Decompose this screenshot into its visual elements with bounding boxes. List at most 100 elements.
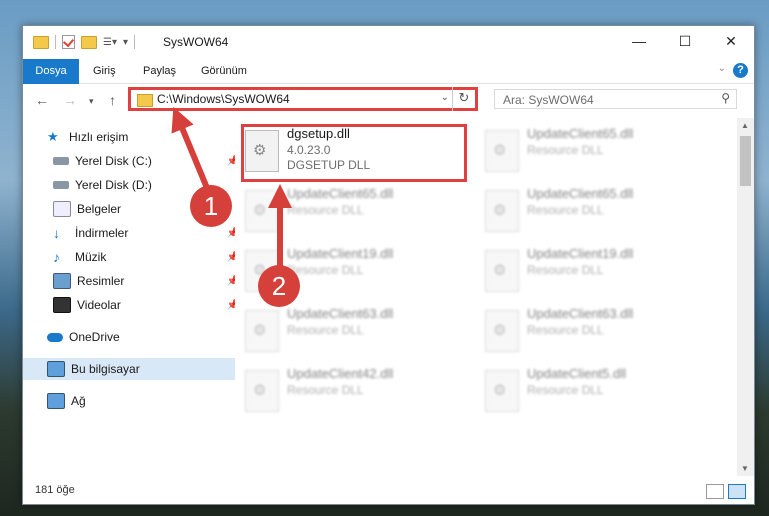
sidebar-item-label: Yerel Disk (D:) — [75, 178, 152, 192]
refresh-icon[interactable]: ↻ — [452, 87, 475, 111]
file-item[interactable]: UpdateClient63.dll Resource DLL — [241, 304, 463, 360]
sidebar-item-label: Bu bilgisayar — [71, 362, 140, 376]
up-arrow-icon[interactable]: ↑ — [109, 92, 116, 108]
file-name: UpdateClient65.dll — [527, 126, 634, 141]
sidebar-item-this-pc[interactable]: Bu bilgisayar — [23, 358, 239, 380]
film-icon — [53, 297, 71, 313]
file-item[interactable]: UpdateClient42.dll Resource DLL — [241, 364, 463, 420]
drive-icon — [53, 181, 69, 189]
sidebar-item-onedrive[interactable]: OneDrive — [23, 326, 239, 348]
tiles-view-icon[interactable] — [728, 484, 746, 499]
file-item[interactable]: UpdateClient65.dll Resource DLL — [241, 184, 463, 240]
help-icon[interactable]: ? — [733, 63, 748, 78]
window-controls: — ☐ ✕ — [616, 26, 754, 56]
file-name: UpdateClient19.dll — [287, 246, 394, 261]
download-arrow-icon: ↓ — [53, 225, 60, 241]
star-icon: ★ — [47, 129, 59, 144]
file-description: Resource DLL — [287, 323, 364, 337]
file-name: UpdateClient19.dll — [527, 246, 634, 261]
sidebar-item-label: Hızlı erişim — [69, 130, 129, 144]
title-bar: ☰▾ ▾ SysWOW64 — ☐ ✕ — [23, 26, 754, 59]
file-description: Resource DLL — [527, 383, 604, 397]
file-name: UpdateClient63.dll — [527, 306, 634, 321]
dll-file-icon — [245, 310, 279, 352]
sidebar-item-label: Resimler — [77, 274, 125, 288]
music-note-icon: ♪ — [53, 249, 60, 265]
properties-check-icon[interactable] — [62, 35, 75, 49]
recent-locations-icon[interactable]: ▾ — [89, 96, 94, 107]
file-item[interactable]: UpdateClient19.dll Resource DLL — [481, 244, 703, 300]
minimize-button[interactable]: — — [616, 26, 662, 56]
navigation-bar: ← → ▾ ↑ C:\Windows\SysWOW64 ⌄ ↻ Ara: Sys… — [23, 84, 754, 116]
file-description: Resource DLL — [527, 143, 604, 157]
close-button[interactable]: ✕ — [708, 26, 754, 56]
search-icon[interactable]: ⚲ — [721, 91, 730, 105]
folder-icon — [137, 94, 153, 107]
sidebar-item-label: Videolar — [77, 298, 121, 312]
sidebar-item-quick-access[interactable]: ★ Hızlı erişim — [23, 126, 239, 148]
file-name: UpdateClient63.dll — [287, 306, 394, 321]
file-highlight-box — [241, 124, 467, 182]
file-item[interactable]: UpdateClient65.dll Resource DLL — [481, 124, 703, 180]
quick-access-toolbar: ☰▾ ▾ — [33, 35, 136, 49]
status-bar: 181 öğe — [23, 478, 754, 504]
file-description: Resource DLL — [287, 203, 364, 217]
step-1-badge: 1 — [190, 185, 232, 227]
ribbon-tabs: Dosya Giriş Paylaş Görünüm ⌄ ? — [23, 59, 754, 115]
sidebar-item-label: Ağ — [71, 394, 86, 408]
dll-file-icon — [485, 130, 519, 172]
network-icon — [47, 393, 65, 409]
file-name: UpdateClient5.dll — [527, 366, 627, 381]
maximize-button[interactable]: ☐ — [662, 26, 708, 56]
drive-icon — [53, 157, 69, 165]
vertical-scrollbar[interactable]: ▲ ▼ — [737, 118, 754, 476]
scroll-up-icon[interactable]: ▲ — [741, 121, 749, 130]
item-count: 181 öğe — [35, 484, 75, 496]
customize-toolbar-icon[interactable]: ☰▾ — [103, 37, 117, 48]
address-path[interactable]: C:\Windows\SysWOW64 — [157, 92, 290, 106]
scrollbar-thumb[interactable] — [740, 136, 751, 186]
file-description: Resource DLL — [287, 383, 364, 397]
sidebar-item-label: Belgeler — [77, 202, 122, 216]
scroll-down-icon[interactable]: ▼ — [741, 464, 749, 473]
back-arrow-icon[interactable]: ← — [35, 92, 49, 108]
expand-ribbon-icon[interactable]: ⌄ — [718, 63, 726, 74]
cloud-icon — [47, 332, 63, 342]
separator — [134, 35, 136, 49]
tab-view[interactable]: Görünüm — [189, 59, 259, 83]
sidebar-item-music[interactable]: ♪ Müzik 📌 — [23, 246, 245, 268]
forward-arrow-icon[interactable]: → — [63, 92, 77, 108]
chevron-down-icon[interactable]: ▾ — [123, 37, 128, 48]
file-item[interactable]: UpdateClient63.dll Resource DLL — [481, 304, 703, 360]
computer-icon — [47, 361, 65, 377]
sidebar-item-pictures[interactable]: Resimler 📌 — [23, 270, 245, 292]
window-title: SysWOW64 — [163, 35, 229, 49]
details-view-icon[interactable] — [706, 484, 724, 499]
dll-file-icon — [485, 370, 519, 412]
documents-icon — [53, 201, 71, 217]
search-box[interactable]: Ara: SysWOW64 ⚲ — [494, 89, 737, 109]
dll-file-icon — [245, 190, 279, 232]
dll-file-icon — [485, 310, 519, 352]
separator — [55, 35, 56, 49]
dll-file-icon — [485, 190, 519, 232]
sidebar-item-network[interactable]: Ağ — [23, 390, 239, 412]
sidebar-item-disk-c[interactable]: Yerel Disk (C:) 📌 — [23, 150, 245, 172]
tab-home[interactable]: Giriş — [81, 59, 128, 83]
sidebar-item-label: OneDrive — [69, 330, 120, 344]
file-item[interactable]: UpdateClient65.dll Resource DLL — [481, 184, 703, 240]
folder-icon[interactable] — [33, 35, 49, 49]
navigation-pane: ★ Hızlı erişim Yerel Disk (C:) 📌 Yerel D… — [23, 118, 239, 476]
new-folder-icon[interactable] — [81, 35, 97, 49]
pictures-icon — [53, 273, 71, 289]
sidebar-item-videos[interactable]: Videolar 📌 — [23, 294, 245, 316]
file-name: UpdateClient42.dll — [287, 366, 394, 381]
file-description: Resource DLL — [527, 323, 604, 337]
address-bar[interactable]: C:\Windows\SysWOW64 ⌄ ↻ — [128, 87, 478, 111]
file-description: Resource DLL — [287, 263, 364, 277]
file-item[interactable]: UpdateClient5.dll Resource DLL — [481, 364, 703, 420]
tab-share[interactable]: Paylaş — [131, 59, 188, 83]
sidebar-item-label: Yerel Disk (C:) — [75, 154, 152, 168]
view-switcher — [706, 484, 746, 499]
address-dropdown-icon[interactable]: ⌄ — [441, 92, 449, 103]
